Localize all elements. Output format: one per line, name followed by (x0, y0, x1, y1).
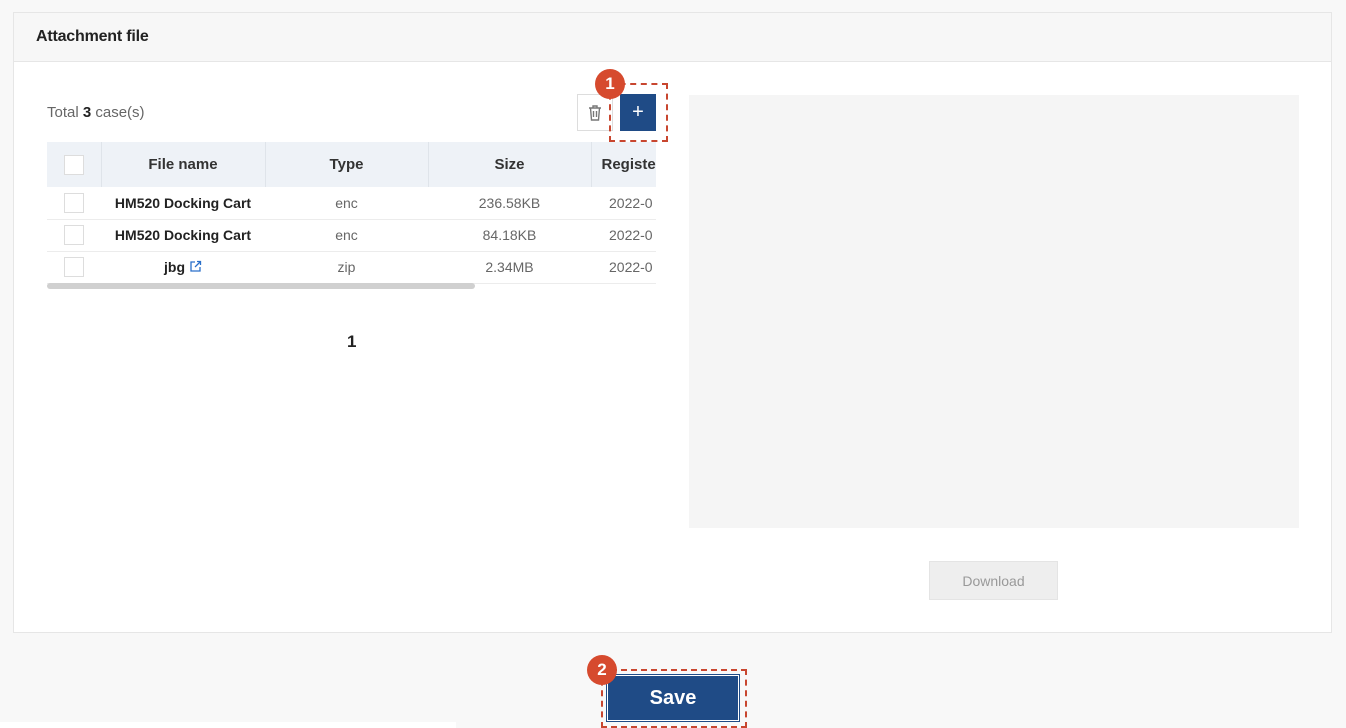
file-table: File name Type Size Register HM520 Docki… (47, 142, 656, 290)
delete-button[interactable] (577, 94, 613, 131)
column-header-type[interactable]: Type (265, 142, 429, 187)
file-register-date: 2022-0 (609, 227, 653, 243)
step-badge-2: 2 (587, 655, 617, 685)
select-all-checkbox[interactable] (63, 154, 84, 175)
column-header-register[interactable]: Register (591, 142, 656, 187)
download-button[interactable]: Download (929, 561, 1058, 600)
horizontal-scrollbar[interactable] (47, 283, 475, 289)
header-select-all[interactable] (47, 142, 102, 187)
file-size: 236.58KB (478, 194, 541, 211)
bottom-strip (0, 722, 456, 728)
step-badge-1: 1 (595, 69, 625, 99)
row-checkbox[interactable] (64, 225, 84, 245)
file-register-date: 2022-0 (609, 194, 653, 211)
save-button[interactable]: Save (606, 674, 740, 722)
table-row[interactable]: HM520 Docking Cart enc 236.58KB 2022-0 (47, 187, 656, 219)
attachment-panel: Attachment file Total 3 case(s) + 1 File… (13, 12, 1332, 633)
total-prefix: Total (47, 104, 79, 121)
table-row[interactable]: jbg zip 2.34MB 2022-0 (47, 251, 656, 283)
total-suffix: case(s) (95, 104, 145, 121)
column-header-size[interactable]: Size (428, 142, 592, 187)
file-name[interactable]: HM520 Docking Cart (101, 219, 265, 251)
external-link-icon[interactable] (189, 260, 202, 276)
table-header-row: File name Type Size Register (47, 142, 656, 187)
preview-area (689, 95, 1299, 528)
file-register-date: 2022-0 (609, 259, 653, 275)
file-type: enc (335, 194, 358, 211)
file-name[interactable]: HM520 Docking Cart (101, 187, 265, 219)
file-size: 2.34MB (485, 259, 534, 275)
file-type: zip (337, 259, 356, 275)
panel-title: Attachment file (36, 28, 149, 45)
file-name-cell[interactable]: jbg (101, 251, 265, 283)
file-name[interactable]: jbg (164, 259, 185, 275)
total-count: Total 3 case(s) (47, 104, 145, 121)
row-checkbox[interactable] (64, 192, 84, 213)
trash-icon (589, 104, 601, 121)
pagination-page-1[interactable]: 1 (347, 332, 356, 352)
file-type: enc (335, 227, 358, 243)
file-size: 84.18KB (482, 227, 537, 243)
table-row[interactable]: HM520 Docking Cart enc 84.18KB 2022-0 (47, 219, 656, 251)
panel-header: Attachment file (14, 13, 1331, 62)
row-checkbox[interactable] (64, 257, 84, 277)
column-header-file-name[interactable]: File name (101, 142, 266, 187)
total-number: 3 (82, 104, 92, 121)
